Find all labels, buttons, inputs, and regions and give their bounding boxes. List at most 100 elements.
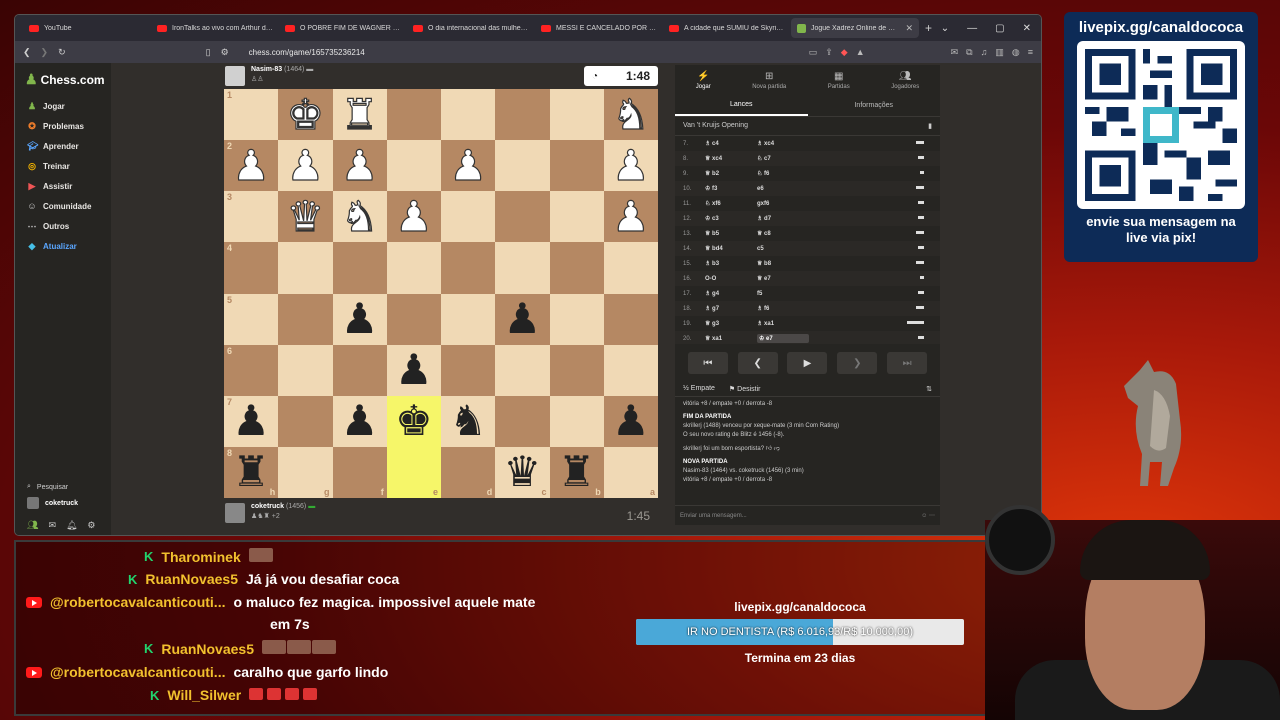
white-pawn-piece[interactable]: ♟: [611, 144, 650, 187]
forward-icon[interactable]: ❯: [41, 47, 49, 58]
move-list[interactable]: 7. ♗ c4 ♗ xc4 8. ♕ xc4 ♘ c7 9. ♕ b2 ♘ f6 10. ♔ f3 e…: [675, 136, 940, 344]
move-row[interactable]: 12. ♔ c3 ♗ d7: [675, 211, 940, 226]
board-square[interactable]: [603, 344, 658, 396]
board-square[interactable]: [441, 293, 496, 345]
white-pawn-piece[interactable]: ♟: [449, 144, 488, 187]
black-queen-piece[interactable]: ♛: [504, 451, 542, 493]
board-square[interactable]: 3: [224, 191, 279, 243]
board-square[interactable]: [549, 89, 604, 141]
board-square[interactable]: [386, 89, 441, 141]
board-square[interactable]: b ♜: [549, 446, 604, 498]
board-square[interactable]: ♞: [441, 395, 496, 447]
black-move[interactable]: e6: [757, 186, 809, 192]
screenshot-icon[interactable]: ▭: [809, 47, 818, 58]
board-square[interactable]: [441, 242, 496, 294]
new-tab-button[interactable]: +: [925, 21, 932, 35]
board-square[interactable]: [549, 242, 604, 294]
sidebar-search[interactable]: ⌕ Pesquisar: [15, 480, 111, 494]
move-row[interactable]: 16. O-O ♕ e7: [675, 271, 940, 286]
thumbs-down-icon[interactable]: 👎︎: [774, 446, 780, 452]
move-row[interactable]: 9. ♕ b2 ♘ f6: [675, 166, 940, 181]
board-square[interactable]: ♟: [332, 140, 387, 192]
sidebar-item-atualizar[interactable]: ◆ Atualizar: [15, 236, 111, 256]
move-row[interactable]: 11. ♘ xf6 gxf6: [675, 196, 940, 211]
sidebar-toggle-icon[interactable]: ▥: [995, 47, 1004, 58]
board-square[interactable]: [549, 293, 604, 345]
last-move-button[interactable]: ⏭: [887, 352, 928, 374]
mail-icon[interactable]: ✉: [48, 520, 56, 531]
board-square[interactable]: [441, 89, 496, 141]
board-square[interactable]: [603, 293, 658, 345]
board-square[interactable]: ♟: [603, 140, 658, 192]
close-tab-icon[interactable]: ✕: [905, 23, 913, 34]
board-square[interactable]: [441, 344, 496, 396]
brave-shield-icon[interactable]: ◆: [841, 47, 848, 58]
board-square[interactable]: ♟: [603, 191, 658, 243]
black-move[interactable]: ♔ e7: [757, 334, 809, 343]
white-move[interactable]: ♗ c4: [705, 140, 757, 147]
white-move[interactable]: ♘ xf6: [705, 200, 757, 207]
move-row[interactable]: 7. ♗ c4 ♗ xc4: [675, 136, 940, 151]
prev-move-button[interactable]: ❮: [737, 352, 778, 374]
browser-tab[interactable]: MESSI É CANCELADO POR ESQUER: [535, 18, 663, 38]
black-move[interactable]: ♗ xc4: [757, 140, 809, 147]
board-square[interactable]: ♚: [386, 395, 441, 447]
white-move[interactable]: ♕ bd4: [705, 245, 757, 252]
board-square[interactable]: g: [278, 446, 333, 498]
sidebar-user[interactable]: coketruck: [15, 494, 111, 512]
white-move[interactable]: O-O: [705, 276, 757, 282]
sidebar-item-treinar[interactable]: ◎ Treinar: [15, 156, 111, 176]
black-move[interactable]: ♘ c7: [757, 155, 809, 162]
board-square[interactable]: [495, 395, 550, 447]
white-rook-piece[interactable]: ♜: [340, 92, 379, 135]
back-icon[interactable]: ❮: [23, 47, 31, 58]
menu-icon[interactable]: ≡: [1028, 47, 1033, 58]
black-pawn-piece[interactable]: ♟: [341, 298, 379, 340]
white-move[interactable]: ♗ g4: [705, 290, 757, 297]
board-square[interactable]: ♟: [441, 140, 496, 192]
rewards-icon[interactable]: ▲: [856, 47, 865, 58]
board-square[interactable]: [549, 191, 604, 243]
white-move[interactable]: ♔ c3: [705, 215, 757, 222]
move-row[interactable]: 17. ♗ g4 f5: [675, 286, 940, 301]
board-square[interactable]: [278, 293, 333, 345]
white-pawn-piece[interactable]: ♟: [286, 144, 325, 187]
move-row[interactable]: 10. ♔ f3 e6: [675, 181, 940, 196]
black-move[interactable]: ♘ f6: [757, 170, 809, 177]
panel-tab-jogar[interactable]: ⚡ Jogar: [696, 71, 711, 95]
board-square[interactable]: [441, 191, 496, 243]
maximize-button[interactable]: ▢: [995, 23, 1004, 34]
black-pawn-piece[interactable]: ♟: [395, 349, 433, 391]
flip-board-icon[interactable]: ⇅: [926, 385, 932, 393]
white-move[interactable]: ♕ xa1: [705, 335, 757, 342]
white-pawn-piece[interactable]: ♟: [340, 144, 379, 187]
move-row[interactable]: 13. ♕ b5 ♕ c8: [675, 226, 940, 241]
tab-search-icon[interactable]: ⌄: [941, 23, 949, 34]
black-rook-piece[interactable]: ♜: [558, 451, 596, 493]
board-square[interactable]: [386, 242, 441, 294]
black-pawn-piece[interactable]: ♟: [504, 298, 542, 340]
board-square[interactable]: ♚: [278, 89, 333, 141]
board-square[interactable]: [549, 140, 604, 192]
emoji-icon[interactable]: ☺ ⋯: [921, 512, 935, 519]
black-pawn-piece[interactable]: ♟: [612, 400, 650, 442]
white-move[interactable]: ♔ f3: [705, 185, 757, 192]
board-square[interactable]: 5: [224, 293, 279, 345]
reload-icon[interactable]: ↻: [58, 47, 66, 58]
browser-tab[interactable]: O POBRE FIM DE WAGNER MOURA: [279, 18, 407, 38]
white-move[interactable]: ♕ xc4: [705, 155, 757, 162]
move-row[interactable]: 20. ♕ xa1 ♔ e7: [675, 331, 940, 344]
board-square[interactable]: [386, 293, 441, 345]
board-square[interactable]: 4: [224, 242, 279, 294]
sidebar-item-outros[interactable]: ⋯ Outros: [15, 216, 111, 236]
white-move[interactable]: ♗ g7: [705, 305, 757, 312]
black-move[interactable]: f5: [757, 291, 809, 297]
first-move-button[interactable]: ⏮: [687, 352, 728, 374]
board-square[interactable]: 6: [224, 344, 279, 396]
board-square[interactable]: d: [441, 446, 496, 498]
board-square[interactable]: [495, 191, 550, 243]
move-row[interactable]: 15. ♗ b3 ♕ b8: [675, 256, 940, 271]
board-square[interactable]: [386, 140, 441, 192]
sidebar-item-problemas[interactable]: ✪ Problemas: [15, 116, 111, 136]
panel-tab-nova-partida[interactable]: ⊞ Nova partida: [752, 71, 786, 95]
